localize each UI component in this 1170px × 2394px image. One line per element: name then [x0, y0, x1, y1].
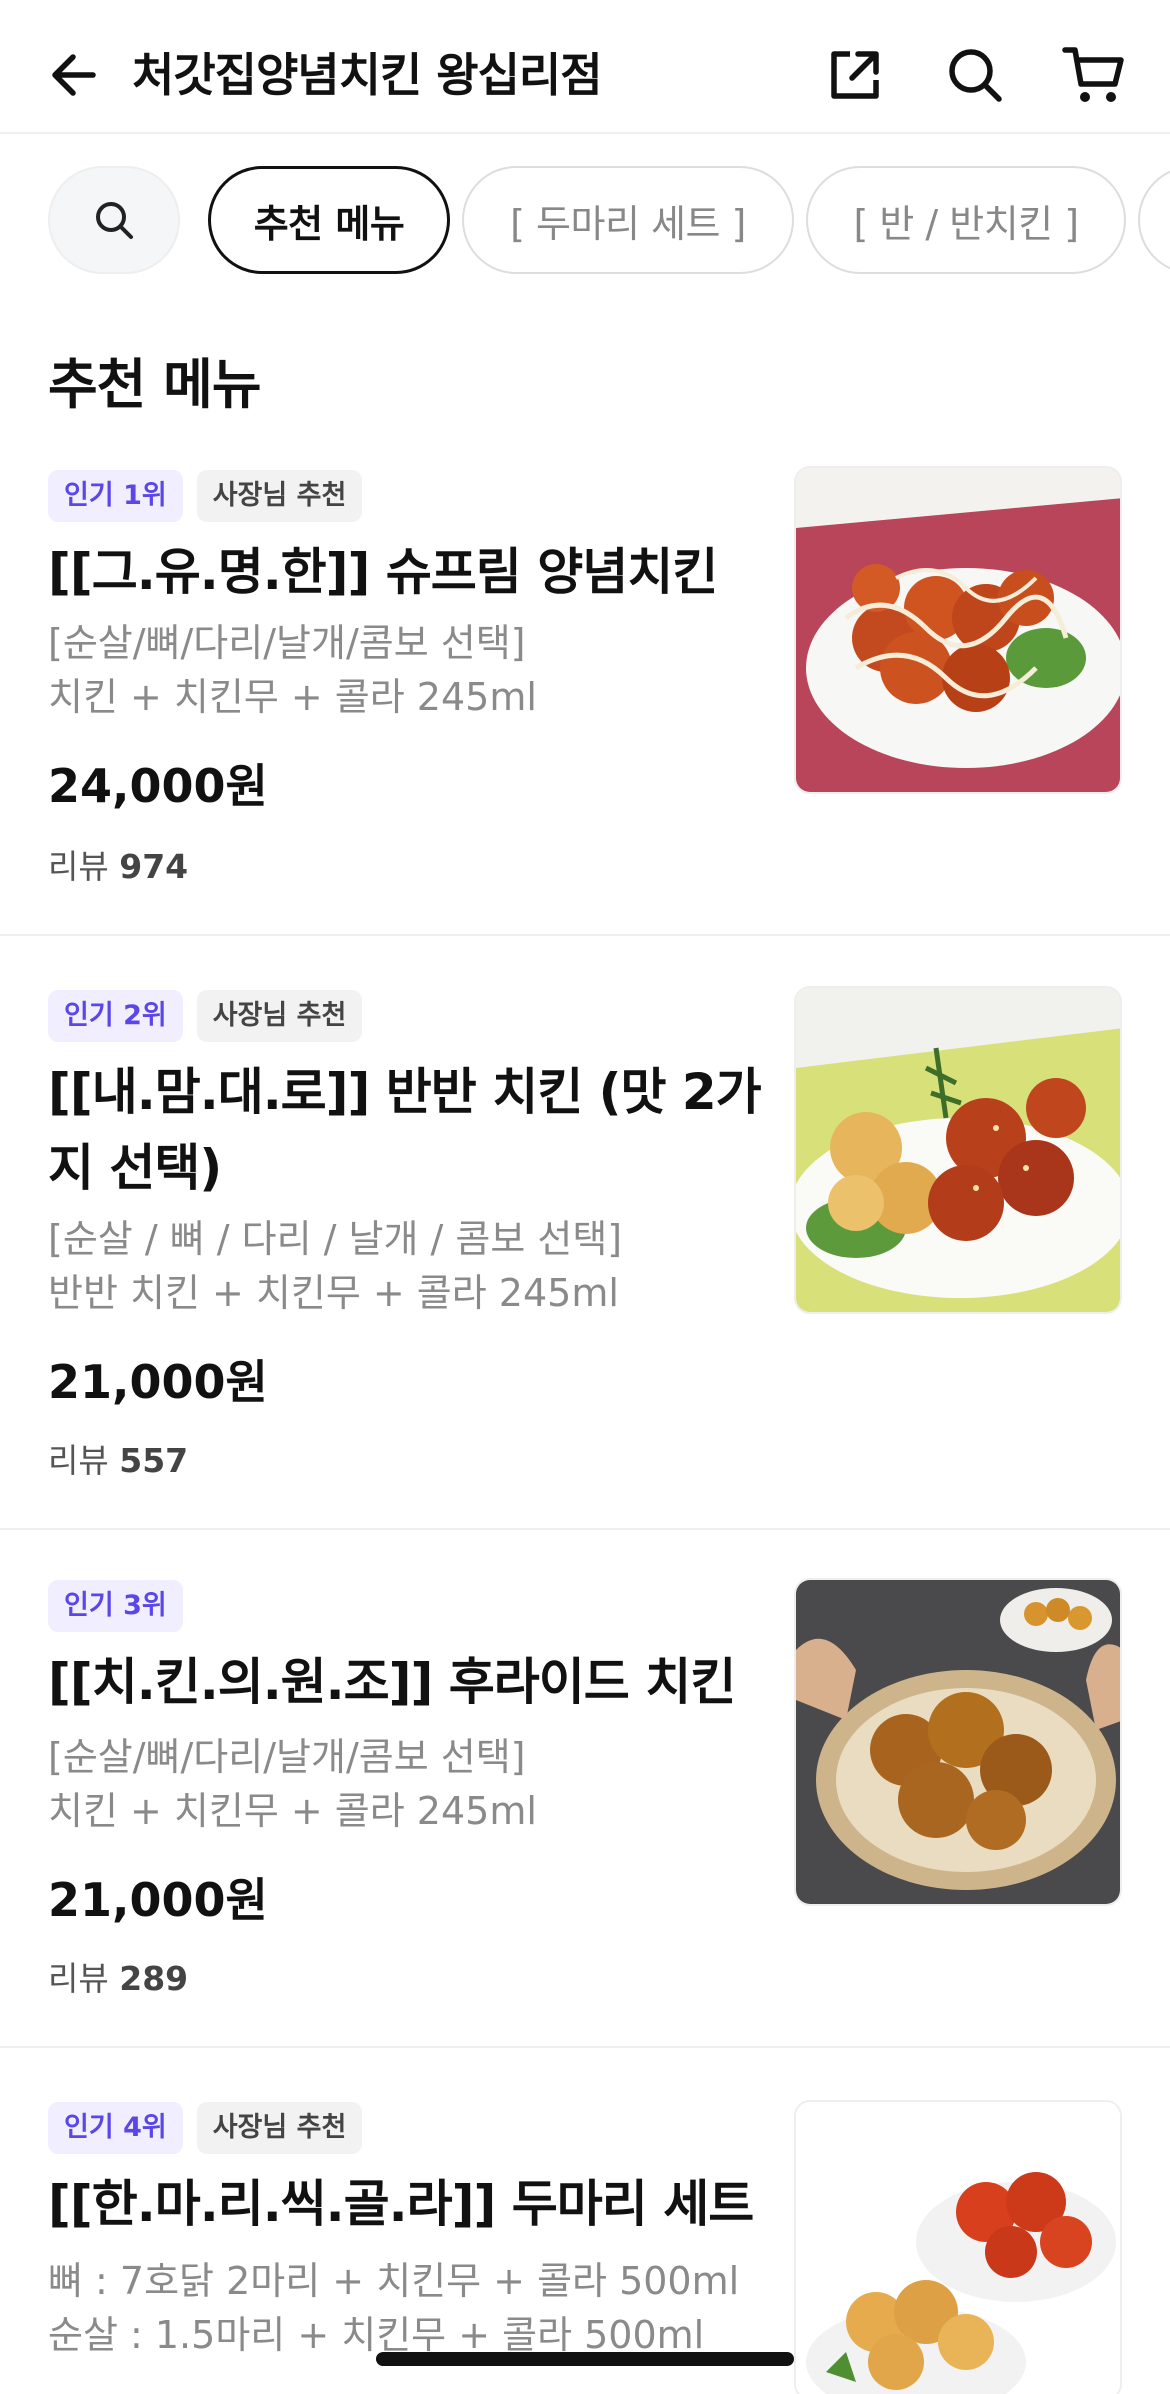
popularity-badge: 인기 4위: [48, 2102, 183, 2154]
menu-search-button[interactable]: [48, 166, 180, 274]
menu-item[interactable]: 인기 2위 사장님 추천 [[내.맘.대.로]] 반반 치킨 (맛 2가지 선택…: [0, 936, 1170, 1530]
menu-price: 21,000원: [48, 1873, 268, 1927]
share-button[interactable]: [818, 38, 892, 112]
store-title: 처갓집양념치킨 왕십리점: [132, 48, 603, 102]
share-icon: [831, 51, 879, 99]
header-search-button[interactable]: [938, 38, 1012, 112]
top-header: 처갓집양념치킨 왕십리점: [0, 0, 1170, 134]
menu-description: [순살 / 뼈 / 다리 / 날개 / 콤보 선택]: [48, 1217, 623, 1261]
menu-name: [[내.맘.대.로]] 반반 치킨 (맛 2가지 선택): [48, 1063, 762, 1197]
menu-photo[interactable]: [794, 466, 1122, 794]
menu-photo[interactable]: [794, 1578, 1122, 1906]
menu-name: [[그.유.명.한]] 슈프림 양념치킨: [48, 543, 718, 601]
menu-description: [순살/뼈/다리/날개/콤보 선택]: [48, 1735, 526, 1779]
popularity-badge: 인기 1위: [48, 470, 183, 522]
menu-photo[interactable]: [794, 2100, 1122, 2394]
owner-pick-badge: 사장님 추천: [196, 2102, 363, 2154]
arrow-left-icon: [52, 54, 96, 96]
menu-name: [[치.킨.의.원.조]] 후라이드 치킨: [48, 1653, 736, 1711]
cart-icon: [1062, 47, 1124, 102]
search-icon: [949, 49, 1002, 102]
section-title: 추천 메뉴: [48, 353, 262, 416]
badge-group: 인기 3위: [48, 1580, 183, 1632]
review-count: 리뷰 557: [48, 1441, 189, 1480]
menu-description: 치킨 + 치킨무 + 콜라 245ml: [48, 675, 537, 719]
tab-more[interactable]: [1138, 166, 1170, 274]
menu-item[interactable]: 인기 4위 사장님 추천 [[한.마.리.씩.골.라]] 두마리 세트 뼈 : …: [0, 2048, 1170, 2394]
menu-description: 반반 치킨 + 치킨무 + 콜라 245ml: [48, 1271, 619, 1315]
home-indicator[interactable]: [376, 2352, 794, 2366]
tab-half-chicken[interactable]: [ 반 / 반치킨 ]: [806, 166, 1126, 274]
menu-price: 21,000원: [48, 1355, 268, 1409]
badge-group: 인기 4위 사장님 추천: [48, 2102, 363, 2154]
menu-item[interactable]: 인기 1위 사장님 추천 [[그.유.명.한]] 슈프림 양념치킨 [순살/뼈/…: [0, 440, 1170, 936]
menu-item[interactable]: 인기 3위 [[치.킨.의.원.조]] 후라이드 치킨 [순살/뼈/다리/날개/…: [0, 1530, 1170, 2048]
menu-description: [순살/뼈/다리/날개/콤보 선택]: [48, 621, 526, 665]
search-icon: [96, 202, 133, 239]
menu-price: 24,000원: [48, 759, 268, 813]
review-count: 리뷰 289: [48, 1959, 189, 1998]
menu-name: [[한.마.리.씩.골.라]] 두마리 세트: [48, 2175, 754, 2233]
menu-description: 뼈 : 7호닭 2마리 + 치킨무 + 콜라 500ml: [48, 2259, 740, 2303]
owner-pick-badge: 사장님 추천: [196, 470, 363, 522]
menu-photo[interactable]: [794, 986, 1122, 1314]
category-tabs: 추천 메뉴 [ 두마리 세트 ] [ 반 / 반치킨 ]: [0, 160, 1170, 280]
owner-pick-badge: 사장님 추천: [196, 990, 363, 1042]
review-count: 리뷰 974: [48, 847, 189, 886]
tab-two-chicken-set[interactable]: [ 두마리 세트 ]: [462, 166, 794, 274]
tab-recommended[interactable]: 추천 메뉴: [208, 166, 450, 274]
menu-description: 치킨 + 치킨무 + 콜라 245ml: [48, 1789, 537, 1833]
back-button[interactable]: [40, 40, 110, 110]
badge-group: 인기 1위 사장님 추천: [48, 470, 363, 522]
cart-button[interactable]: [1056, 38, 1130, 112]
badge-group: 인기 2위 사장님 추천: [48, 990, 363, 1042]
popularity-badge: 인기 2위: [48, 990, 183, 1042]
popularity-badge: 인기 3위: [48, 1580, 183, 1632]
